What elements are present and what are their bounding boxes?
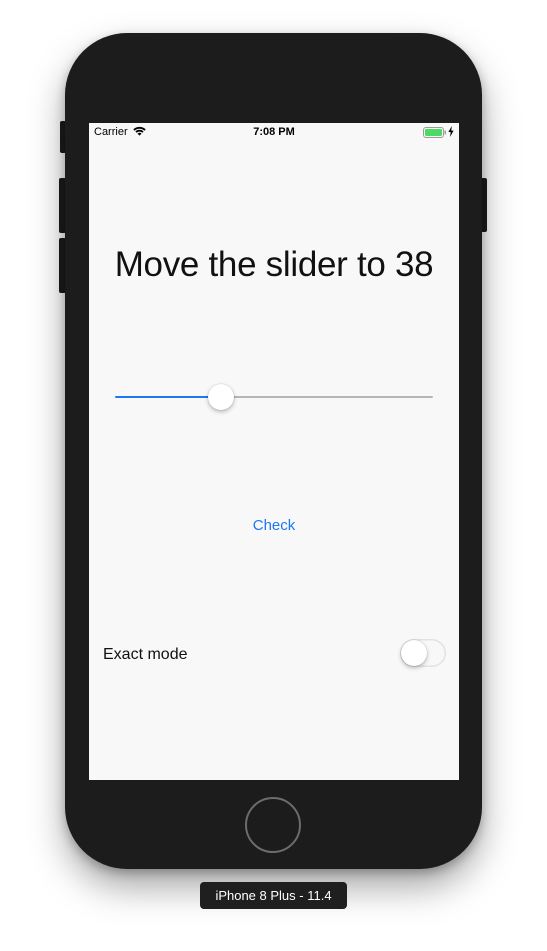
exact-mode-toggle[interactable]: [400, 639, 446, 667]
toggle-knob: [401, 640, 427, 666]
status-bar: Carrier 7:08 PM: [89, 123, 459, 141]
simulator-stage: Carrier 7:08 PM Move the slider to 38 Ch…: [0, 0, 547, 951]
battery-full-icon: [423, 127, 447, 141]
home-button[interactable]: [245, 797, 301, 853]
charging-bolt-icon: [448, 126, 454, 140]
status-time: 7:08 PM: [253, 126, 295, 138]
slider-min-track: [115, 396, 221, 398]
slider-max-track: [220, 396, 433, 398]
device-caption: iPhone 8 Plus - 11.4: [200, 882, 347, 909]
exact-mode-label: Exact mode: [103, 646, 188, 663]
app-screen: Carrier 7:08 PM Move the slider to 38 Ch…: [89, 123, 459, 780]
check-button[interactable]: Check: [224, 513, 324, 537]
value-slider[interactable]: [114, 383, 434, 411]
target-title: Move the slider to 38: [114, 245, 434, 284]
slider-thumb[interactable]: [207, 384, 234, 410]
